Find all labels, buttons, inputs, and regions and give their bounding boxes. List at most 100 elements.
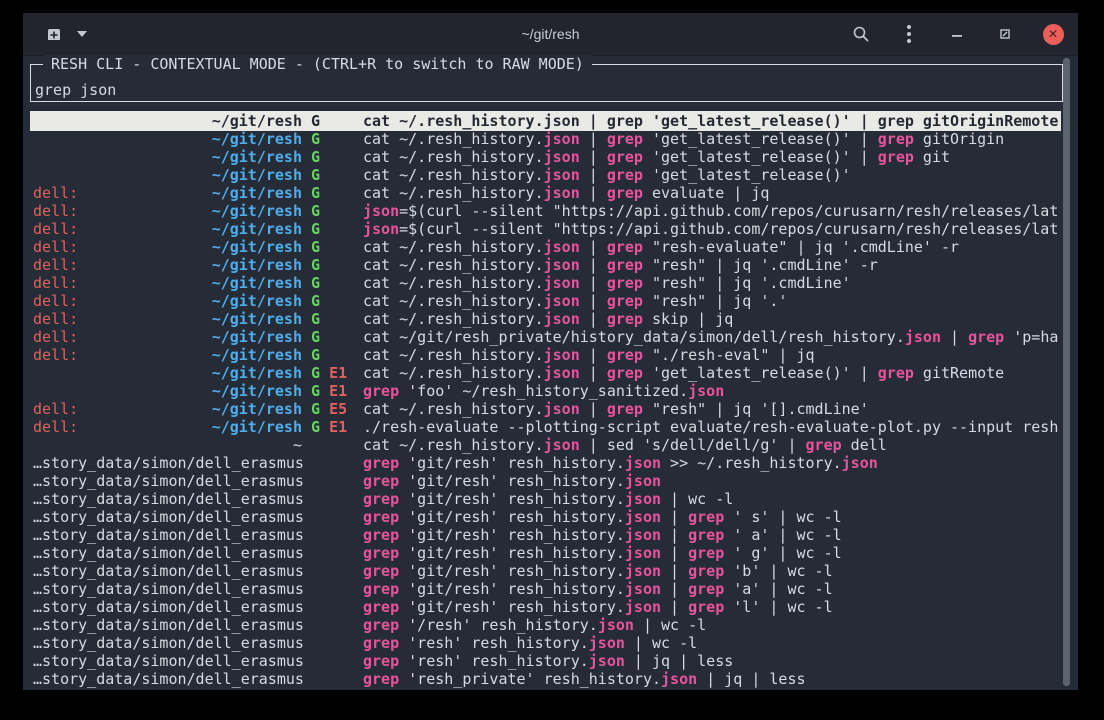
query-match: grep [607,184,643,202]
query-match: grep [878,148,914,166]
row-command: ./resh-evaluate --plotting-script evalua… [363,418,1058,436]
history-row[interactable]: dell: ~/git/resh G cat ~/.resh_history.j… [23,310,1078,328]
history-row[interactable]: ~/git/resh G E1 cat ~/.resh_history.json… [23,364,1078,382]
history-row[interactable]: ~/git/resh G cat ~/.resh_history.json | … [23,130,1078,148]
flag-G: G [311,220,320,238]
history-row[interactable]: …story_data/simon/dell_erasmus grep 'git… [23,508,1078,526]
history-row[interactable]: …story_data/simon/dell_erasmus grep 'git… [23,562,1078,580]
history-row[interactable]: …story_data/simon/dell_erasmus grep 'git… [23,454,1078,472]
history-row[interactable]: …story_data/simon/dell_erasmus grep 'git… [23,544,1078,562]
search-query-input[interactable]: grep json [35,81,116,99]
query-match: json [544,364,580,382]
menu-button[interactable] [898,23,920,45]
row-command: grep 'git/resh' resh_history.json | wc -… [363,490,733,508]
query-match: grep [688,562,724,580]
query-match: json [544,346,580,364]
row-command: cat ~/git/resh_private/history_data/simo… [363,328,1058,346]
row-command: cat ~/.resh_history.json | grep "resh" |… [363,256,878,274]
query-match: grep [878,364,914,382]
flag-G: G [311,274,320,292]
titlebar[interactable]: ~/git/resh [23,13,1078,56]
row-directory: ~/git/resh [33,148,302,166]
query-match: json [363,202,399,220]
history-row[interactable]: …story_data/simon/dell_erasmus grep 'git… [23,490,1078,508]
history-row[interactable]: dell: ~/git/resh G cat ~/.resh_history.j… [23,292,1078,310]
restore-button[interactable] [994,23,1016,45]
row-flags: G [311,310,320,328]
history-row[interactable]: …story_data/simon/dell_erasmus grep '/re… [23,616,1078,634]
row-command: cat ~/.resh_history.json | grep 'get_lat… [363,112,1058,130]
query-match: grep [607,166,643,184]
query-match: grep [806,436,842,454]
history-row[interactable]: …story_data/simon/dell_erasmus grep 'res… [23,670,1078,688]
row-directory: ~ [33,436,302,454]
row-flags: G [311,202,320,220]
row-directory: ~/git/resh [33,364,302,382]
query-match: json [544,148,580,166]
row-directory: ~/git/resh [33,238,302,256]
history-row[interactable]: dell: ~/git/resh G cat ~/.resh_history.j… [23,238,1078,256]
search-button[interactable] [850,23,872,45]
close-button[interactable]: ✕ [1042,23,1064,45]
history-row[interactable]: dell: ~/git/resh G cat ~/git/resh_privat… [23,328,1078,346]
scrollbar[interactable] [1063,58,1070,686]
history-row[interactable]: dell: ~/git/resh G E5 cat ~/.resh_histor… [23,400,1078,418]
row-directory: …story_data/simon/dell_erasmus [33,472,302,490]
row-directory: ~/git/resh [33,112,302,130]
row-directory: …story_data/simon/dell_erasmus [33,634,302,652]
terminal-content[interactable]: RESH CLI - CONTEXTUAL MODE - (CTRL+R to … [23,56,1078,690]
query-match: grep [607,292,643,310]
history-row[interactable]: …story_data/simon/dell_erasmus grep 'res… [23,634,1078,652]
flag-G: G [311,364,320,382]
history-row[interactable]: ~ cat ~/.resh_history.json | sed 's/dell… [23,436,1078,454]
history-row[interactable]: dell: ~/git/resh G cat ~/.resh_history.j… [23,346,1078,364]
row-directory: …story_data/simon/dell_erasmus [33,544,302,562]
row-directory: …story_data/simon/dell_erasmus [33,598,302,616]
history-row[interactable]: dell: ~/git/resh G cat ~/.resh_history.j… [23,274,1078,292]
row-flags: G E5 [311,400,347,418]
query-match: json [625,508,661,526]
history-row[interactable]: ~/git/resh G cat ~/.resh_history.json | … [23,112,1078,130]
flag-E1: E1 [329,364,347,382]
query-match: grep [688,544,724,562]
query-match: grep [363,616,399,634]
history-row[interactable]: ~/git/resh G cat ~/.resh_history.json | … [23,148,1078,166]
query-match: json [905,328,941,346]
history-row[interactable]: …story_data/simon/dell_erasmus grep 'res… [23,652,1078,670]
row-command: cat ~/.resh_history.json | sed 's/dell/d… [363,436,887,454]
flag-G: G [311,400,320,418]
query-match: grep [363,472,399,490]
history-row[interactable]: dell: ~/git/resh G E1 ./resh-evaluate --… [23,418,1078,436]
history-row[interactable]: dell: ~/git/resh G json=$(curl --silent … [23,220,1078,238]
history-row[interactable]: dell: ~/git/resh G json=$(curl --silent … [23,202,1078,220]
history-row[interactable]: ~/git/resh G E1 grep 'foo' ~/resh_histor… [23,382,1078,400]
history-row[interactable]: ~/git/resh G cat ~/.resh_history.json | … [23,166,1078,184]
history-row[interactable]: dell: ~/git/resh G cat ~/.resh_history.j… [23,256,1078,274]
row-command: grep 'git/resh' resh_history.json | grep… [363,526,842,544]
query-match: json [661,670,697,688]
restore-icon [999,28,1011,40]
history-row[interactable]: …story_data/simon/dell_erasmus grep 'git… [23,580,1078,598]
minimize-button[interactable] [946,23,968,45]
query-match: grep [363,544,399,562]
flag-G: G [311,112,320,130]
history-row[interactable]: dell: ~/git/resh G cat ~/.resh_history.j… [23,184,1078,202]
row-command: cat ~/.resh_history.json | grep skip | j… [363,310,733,328]
flag-G: G [311,256,320,274]
history-row[interactable]: …story_data/simon/dell_erasmus grep 'git… [23,472,1078,490]
query-match: json [598,616,634,634]
flag-G: G [311,202,320,220]
history-row[interactable]: …story_data/simon/dell_erasmus grep 'git… [23,526,1078,544]
query-match: json [625,454,661,472]
query-match: json [544,238,580,256]
row-command: cat ~/.resh_history.json | grep 'get_lat… [363,364,1004,382]
query-match: json [688,382,724,400]
row-directory: …story_data/simon/dell_erasmus [33,454,302,472]
row-directory: ~/git/resh [33,256,302,274]
query-match: grep [688,526,724,544]
history-row[interactable]: …story_data/simon/dell_erasmus grep 'git… [23,598,1078,616]
row-flags: G [311,292,320,310]
row-flags: G [311,274,320,292]
query-match: json [589,652,625,670]
flag-G: G [311,184,320,202]
